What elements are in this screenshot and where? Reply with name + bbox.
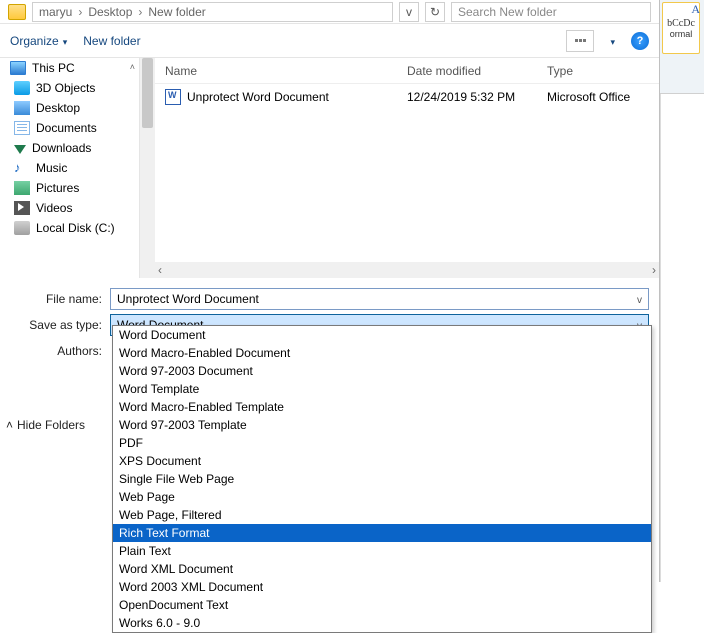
desktop-icon xyxy=(14,101,30,115)
save-type-label: Save as type: xyxy=(10,318,110,332)
refresh-button[interactable]: ↻ xyxy=(425,2,445,22)
chevron-right-icon xyxy=(136,5,144,19)
type-option[interactable]: Word 97-2003 Template xyxy=(113,416,651,434)
documents-icon xyxy=(14,121,30,135)
view-options-button[interactable] xyxy=(566,30,594,52)
sidebar-item-music[interactable]: ♪ Music xyxy=(0,158,139,178)
folder-icon xyxy=(8,4,26,20)
file-type: Microsoft Office xyxy=(547,90,659,104)
file-name-value: Unprotect Word Document xyxy=(117,292,259,306)
word-ribbon-fragment: bCcDc ormal A xyxy=(660,0,704,94)
hscroll-bar[interactable]: ‹› xyxy=(155,262,659,278)
cube-icon xyxy=(14,81,30,95)
dialog-body: ˄ This PC 3D Objects Desktop Documents D… xyxy=(0,58,659,278)
crumb-desktop[interactable]: Desktop xyxy=(88,5,132,19)
sidebar-label: 3D Objects xyxy=(36,81,95,95)
view-dropdown-button[interactable] xyxy=(610,34,615,48)
col-type-header[interactable]: Type xyxy=(547,64,659,78)
sidebar-item-documents[interactable]: Documents xyxy=(0,118,139,138)
column-headers: Name Date modified Type xyxy=(155,58,659,84)
chevron-right-icon xyxy=(76,5,84,19)
type-option[interactable]: Word 97-2003 Document xyxy=(113,362,651,380)
file-row[interactable]: Unprotect Word Document 12/24/2019 5:32 … xyxy=(155,84,659,110)
style-name: ormal xyxy=(670,29,693,39)
type-option[interactable]: Word Template xyxy=(113,380,651,398)
word-file-icon xyxy=(165,89,181,105)
type-option[interactable]: Word Macro-Enabled Template xyxy=(113,398,651,416)
ribbon-letter: A xyxy=(691,2,700,17)
col-date-header[interactable]: Date modified xyxy=(407,64,547,78)
type-option[interactable]: PDF xyxy=(113,434,651,452)
file-name-label: File name: xyxy=(10,292,110,306)
sidebar-label: Local Disk (C:) xyxy=(36,221,115,235)
disk-icon xyxy=(14,221,30,235)
type-option[interactable]: Plain Text xyxy=(113,542,651,560)
document-background xyxy=(660,94,704,582)
nav-sidebar: ˄ This PC 3D Objects Desktop Documents D… xyxy=(0,58,140,278)
type-option[interactable]: Word Document xyxy=(113,326,651,344)
sidebar-label: Desktop xyxy=(36,101,80,115)
new-folder-button[interactable]: New folder xyxy=(83,34,140,48)
videos-icon xyxy=(14,201,30,215)
type-option[interactable]: Word XML Document xyxy=(113,560,651,578)
sidebar-item-local-disk[interactable]: Local Disk (C:) xyxy=(0,218,139,238)
scroll-right-icon[interactable]: › xyxy=(652,263,656,277)
sidebar-label: Videos xyxy=(36,201,72,215)
vscroll-thumb[interactable] xyxy=(142,58,153,128)
sidebar-label: Music xyxy=(36,161,67,175)
type-option[interactable]: Rich Text Format xyxy=(113,524,651,542)
type-option[interactable]: Word 2003 XML Document xyxy=(113,578,651,596)
type-option[interactable]: OpenDocument Text xyxy=(113,596,651,614)
organize-button[interactable]: Organize xyxy=(10,34,67,48)
vscroll-track[interactable] xyxy=(140,58,155,278)
sidebar-item-pictures[interactable]: Pictures xyxy=(0,178,139,198)
new-folder-label: New folder xyxy=(83,34,140,48)
file-list: Name Date modified Type Unprotect Word D… xyxy=(140,58,659,278)
crumb-user[interactable]: maryu xyxy=(39,5,72,19)
file-name: Unprotect Word Document xyxy=(187,90,329,104)
sidebar-item-this-pc[interactable]: This PC xyxy=(0,58,139,78)
file-name-input[interactable]: Unprotect Word Document xyxy=(110,288,649,310)
pc-icon xyxy=(10,61,26,75)
search-input[interactable]: Search New folder xyxy=(451,2,651,22)
sidebar-item-downloads[interactable]: Downloads xyxy=(0,138,139,158)
style-sample-text: bCcDc xyxy=(667,18,695,29)
music-icon: ♪ xyxy=(14,161,30,175)
pictures-icon xyxy=(14,181,30,195)
file-date: 12/24/2019 5:32 PM xyxy=(407,90,547,104)
sidebar-label: Downloads xyxy=(32,141,91,155)
type-option[interactable]: Web Page xyxy=(113,488,651,506)
sidebar-item-3d-objects[interactable]: 3D Objects xyxy=(0,78,139,98)
authors-label: Authors: xyxy=(10,344,110,358)
chevron-down-icon xyxy=(63,34,68,48)
download-icon xyxy=(14,145,26,154)
type-option[interactable]: Works 6.0 - 9.0 xyxy=(113,614,651,632)
save-type-dropdown-list[interactable]: Word DocumentWord Macro-Enabled Document… xyxy=(112,325,652,633)
organize-label: Organize xyxy=(10,34,59,48)
hide-folders-button[interactable]: Hide Folders xyxy=(6,418,85,432)
chevron-down-icon[interactable] xyxy=(637,292,642,306)
address-bar-row: maryu Desktop New folder v ↻ Search New … xyxy=(0,0,659,24)
type-option[interactable]: XPS Document xyxy=(113,452,651,470)
col-name-header[interactable]: Name xyxy=(155,64,407,78)
breadcrumb[interactable]: maryu Desktop New folder xyxy=(32,2,393,22)
type-option[interactable]: Single File Web Page xyxy=(113,470,651,488)
address-dropdown-button[interactable]: v xyxy=(399,2,419,22)
help-button[interactable]: ? xyxy=(631,32,649,50)
type-option[interactable]: Word Macro-Enabled Document xyxy=(113,344,651,362)
sidebar-item-desktop[interactable]: Desktop xyxy=(0,98,139,118)
scroll-left-icon[interactable]: ‹ xyxy=(158,263,162,277)
sidebar-label: Pictures xyxy=(36,181,79,195)
hide-folders-label: Hide Folders xyxy=(17,418,85,432)
scroll-up-icon[interactable]: ˄ xyxy=(130,62,135,72)
search-placeholder: Search New folder xyxy=(458,5,557,19)
crumb-folder[interactable]: New folder xyxy=(148,5,205,19)
sidebar-label: This PC xyxy=(32,61,75,75)
chevron-up-icon xyxy=(6,418,13,432)
sidebar-label: Documents xyxy=(36,121,97,135)
toolbar: Organize New folder ? xyxy=(0,24,659,58)
save-as-dialog: maryu Desktop New folder v ↻ Search New … xyxy=(0,0,660,582)
type-option[interactable]: Web Page, Filtered xyxy=(113,506,651,524)
sidebar-item-videos[interactable]: Videos xyxy=(0,198,139,218)
